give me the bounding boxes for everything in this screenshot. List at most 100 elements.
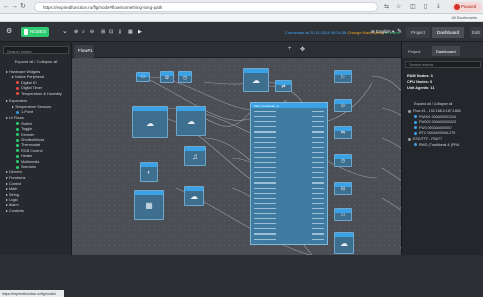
flow-node[interactable]: ▭ bbox=[136, 72, 150, 82]
palette-category[interactable]: ▸ Contexts bbox=[6, 209, 24, 214]
palette-category[interactable]: ▸ Native Peripheral bbox=[12, 75, 44, 80]
palette-node[interactable]: Temperature & Humidity bbox=[16, 92, 62, 97]
tree-item[interactable]: ESG/TTF - FD677 bbox=[408, 137, 442, 142]
palette-node[interactable]: Toggle bbox=[16, 127, 32, 132]
palette-category[interactable]: ▸ Expanders bbox=[6, 99, 27, 104]
tree-item[interactable]: RTC 000A00000A-279 bbox=[414, 131, 455, 136]
tree-item[interactable]: FW002 000A00000023 bbox=[414, 120, 456, 125]
flow-node[interactable]: ☁ bbox=[243, 68, 269, 92]
palette-category[interactable]: ▸ Temperature Sensors bbox=[12, 105, 51, 110]
flow-node[interactable]: ☁ bbox=[184, 186, 204, 206]
palette-node[interactable]: Heater bbox=[16, 154, 32, 159]
back-icon[interactable]: ← bbox=[3, 3, 10, 11]
downloads-icon[interactable]: ⤓ bbox=[437, 3, 440, 10]
palette-category[interactable]: ▸ String bbox=[6, 193, 19, 198]
port-row bbox=[254, 218, 276, 220]
palette-node[interactable]: Switch bbox=[16, 122, 32, 127]
flow-node[interactable]: ◷ bbox=[334, 154, 352, 167]
tree-item[interactable]: Flow #1 - 192.168.0.187:1883 bbox=[408, 109, 461, 114]
flow-node[interactable]: ☁ bbox=[132, 106, 168, 138]
flow-node[interactable]: ⊙ bbox=[334, 99, 352, 112]
expand-collapse-link[interactable]: Expand all / Collapse all bbox=[0, 59, 72, 64]
palette-node[interactable]: Scenario bbox=[16, 165, 36, 170]
flow-node[interactable]: ☁ bbox=[334, 232, 354, 254]
layout-icon[interactable]: ⊞ bbox=[101, 28, 105, 36]
tree-item[interactable]: FW3 0000A0000007 bbox=[414, 126, 452, 131]
zoom-out-icon[interactable]: ⊖ bbox=[90, 28, 94, 36]
flow-canvas[interactable]: ▭ ⚙ ◷ ☁ ☁ ☁ ⇄ ▷ ⊙ ⇆ ◷ ⊟ ▭ ☁ ♫ ◐ ▦ ☁ Main… bbox=[72, 58, 401, 255]
add-flow-icon[interactable]: + bbox=[288, 46, 292, 52]
tab-project[interactable]: Project bbox=[406, 27, 431, 38]
palette-node[interactable]: Digital Timer bbox=[16, 86, 42, 91]
palette-category[interactable]: ▸ Alarm bbox=[6, 203, 19, 208]
flow-node[interactable]: ▷ bbox=[334, 70, 352, 83]
search-icon[interactable]: ⌕ bbox=[82, 28, 85, 36]
tree-item[interactable]: FW001 000A00001234 bbox=[414, 115, 456, 120]
clock-icon: ◷ bbox=[340, 158, 346, 165]
forward-icon[interactable]: → bbox=[11, 3, 18, 11]
star-icon[interactable]: ☆ bbox=[396, 3, 401, 10]
palette-category[interactable]: ▸ Hardware Widgets bbox=[6, 70, 40, 75]
node-color-dot bbox=[16, 92, 19, 96]
flow-node[interactable]: ⇆ bbox=[334, 126, 352, 139]
flow-node[interactable]: ◐ bbox=[140, 162, 158, 182]
grid-icon[interactable]: ▦ bbox=[128, 28, 133, 36]
main-controller-node[interactable]: Main_Controller_4 bbox=[250, 102, 328, 245]
flow-node[interactable]: ◷ bbox=[178, 71, 192, 83]
language-select[interactable]: ⊕ English ▾ bbox=[371, 29, 394, 35]
translate-icon[interactable]: ⇆ bbox=[384, 3, 389, 10]
flow-node[interactable]: ⇄ bbox=[275, 80, 292, 92]
nodes-button[interactable]: NODES bbox=[21, 27, 49, 37]
pencil-icon[interactable]: ✎ bbox=[397, 28, 402, 36]
lock-icon[interactable]: ⚷ bbox=[118, 28, 122, 36]
palette-category[interactable]: ▸ Logic bbox=[6, 198, 18, 203]
tree-item-label: ESG/TTF - FD677 bbox=[413, 137, 443, 141]
play-icon[interactable]: ▶ bbox=[138, 28, 142, 36]
flow-node[interactable]: ▦ bbox=[134, 190, 164, 220]
tab-project-right-label: Project bbox=[408, 49, 421, 54]
reload-icon[interactable]: ↻ bbox=[20, 3, 26, 11]
flow-node[interactable]: ▭ bbox=[334, 208, 352, 221]
palette-category[interactable]: ▸ Generic bbox=[6, 170, 22, 175]
deploy-icon[interactable]: ⊡ bbox=[109, 28, 113, 36]
palette-node[interactable]: RGB Control bbox=[16, 149, 43, 154]
address-bar[interactable]: https://expiredfunction.ru/flg/node#flow… bbox=[34, 2, 378, 12]
tab-project-right[interactable]: Project bbox=[404, 46, 424, 56]
port-row bbox=[254, 131, 276, 133]
sidebar-icon[interactable]: ▯ bbox=[424, 3, 427, 10]
save-icon bbox=[24, 29, 28, 35]
profile-button[interactable]: Paused bbox=[452, 2, 482, 12]
palette-search-input[interactable]: Search nodes bbox=[3, 46, 69, 54]
events-search-input[interactable]: Search events bbox=[405, 61, 481, 68]
port-row bbox=[312, 233, 324, 235]
flow-node[interactable]: ⚙ bbox=[160, 71, 174, 83]
palette-node[interactable]: Multimedia bbox=[16, 160, 39, 165]
flow-tab[interactable]: Flow#1 bbox=[74, 45, 94, 58]
gear-icon[interactable]: ⚙ bbox=[6, 28, 12, 36]
flow-node[interactable]: ♫ bbox=[184, 146, 206, 166]
events-search-placeholder: Search events bbox=[409, 63, 434, 67]
palette-category[interactable]: ▸ UI Flows bbox=[6, 116, 24, 121]
tab-dashboard[interactable]: Dashboard bbox=[432, 27, 465, 38]
palette-node[interactable]: Dimmer bbox=[16, 133, 34, 138]
port-row bbox=[312, 177, 324, 179]
tree-item[interactable]: RWD (Traditional & (PRA bbox=[414, 143, 459, 148]
palette-category[interactable]: ▸ Control bbox=[6, 182, 21, 187]
tab-dashboard-right[interactable]: Dashboard bbox=[432, 46, 460, 56]
palette-node[interactable]: 1-Point bbox=[16, 110, 33, 115]
palette-category[interactable]: ▸ Functions bbox=[6, 176, 25, 181]
all-bookmarks-link[interactable]: All Bookmarks bbox=[451, 15, 477, 20]
extensions-icon[interactable]: ◫ bbox=[410, 3, 416, 10]
palette-node[interactable]: Thermostat bbox=[16, 143, 40, 148]
expand-collapse-right[interactable]: Expand all / Collapse all bbox=[414, 102, 452, 107]
palette-node[interactable]: Digital IO bbox=[16, 81, 37, 86]
flow-node[interactable]: ☁ bbox=[176, 106, 206, 136]
palette-category[interactable]: ▸ Math bbox=[6, 187, 17, 192]
flow-node[interactable]: ⊟ bbox=[334, 182, 352, 195]
zoom-in-icon[interactable]: ⊕ bbox=[74, 28, 78, 36]
port-row bbox=[254, 192, 276, 194]
chevron-down-icon[interactable]: ⌄ bbox=[62, 28, 68, 36]
tab-edit[interactable]: Edit bbox=[470, 27, 482, 38]
pin-icon[interactable]: ✥ bbox=[300, 46, 305, 53]
palette-node[interactable]: Shutter/blinds bbox=[16, 138, 44, 143]
